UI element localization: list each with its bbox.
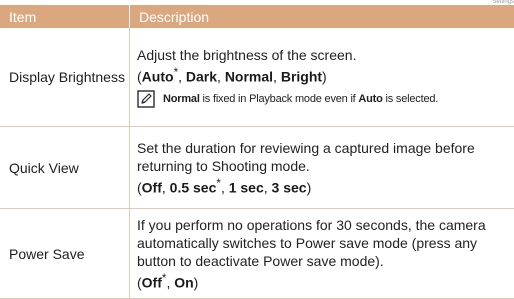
option-3-sec: 3 sec xyxy=(272,179,307,195)
option-normal: Normal xyxy=(225,69,273,85)
option-auto: Auto xyxy=(142,69,174,85)
item-power-save: Power Save xyxy=(0,209,130,299)
option-off: Off xyxy=(142,179,162,195)
note: Normal is fixed in Playback mode even if… xyxy=(137,90,504,108)
description-text: Set the duration for reviewing a capture… xyxy=(137,139,504,175)
description-cell: If you perform no operations for 30 seco… xyxy=(130,209,514,299)
options-line: (Off*, On) xyxy=(137,270,504,292)
note-text: Normal is fixed in Playback mode even if… xyxy=(163,92,438,106)
option-off: Off xyxy=(142,274,162,290)
description-cell: Adjust the brightness of the screen. (Au… xyxy=(130,28,514,127)
header-description: Description xyxy=(130,5,514,28)
description-text: Adjust the brightness of the screen. xyxy=(137,46,504,64)
header-item: Item xyxy=(0,5,130,28)
description-cell: Set the duration for reviewing a capture… xyxy=(130,127,514,209)
note-pencil-icon xyxy=(137,90,155,108)
option-dark: Dark xyxy=(186,69,217,85)
options-line: (Auto*, Dark, Normal, Bright) xyxy=(137,64,504,86)
description-text: If you perform no operations for 30 seco… xyxy=(137,216,504,270)
item-quick-view: Quick View xyxy=(0,127,130,209)
option-1-sec: 1 sec xyxy=(229,179,264,195)
item-display-brightness: Display Brightness xyxy=(0,28,130,127)
option-bright: Bright xyxy=(281,69,322,85)
table-row: Power Save If you perform no operations … xyxy=(0,209,514,299)
table-header-row: Item Description xyxy=(0,5,514,28)
options-line: (Off, 0.5 sec*, 1 sec, 3 sec) xyxy=(137,175,504,197)
option-0-5-sec: 0.5 sec xyxy=(170,179,217,195)
settings-table: Item Description Display Brightness Adju… xyxy=(0,5,514,299)
table-row: Quick View Set the duration for reviewin… xyxy=(0,127,514,209)
table-row: Display Brightness Adjust the brightness… xyxy=(0,28,514,127)
option-on: On xyxy=(174,274,193,290)
